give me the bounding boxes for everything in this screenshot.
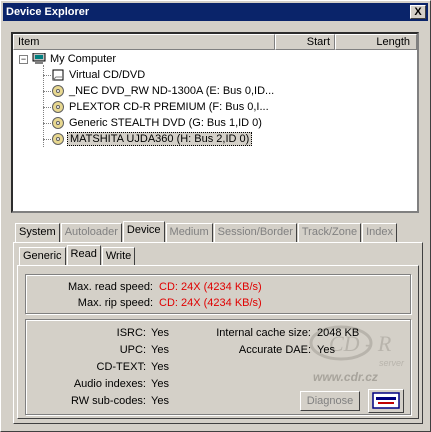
tree-node-label: _NEC DVD_RW ND-1300A (E: Bus 0,ID... — [69, 85, 275, 97]
tree-line — [43, 65, 44, 147]
optical-drive-icon — [51, 101, 65, 114]
watermark-url: www.cdr.cz — [313, 370, 378, 384]
tab-device[interactable]: Device — [122, 221, 165, 242]
tab-read[interactable]: Read — [66, 245, 101, 266]
tree-node-device[interactable]: Virtual CD/DVD — [51, 67, 147, 83]
tree-node-device[interactable]: PLEXTOR CD-R PREMIUM (F: Bus 0,I... — [51, 99, 271, 115]
collapse-toggle[interactable]: − — [19, 55, 28, 64]
watermark-sub: server — [379, 358, 405, 368]
tab-autoloader[interactable]: Autoloader — [60, 223, 122, 242]
column-header: Item Start Length — [13, 34, 417, 50]
column-length[interactable]: Length — [335, 34, 417, 50]
tab-session-border[interactable]: Session/Border — [213, 223, 297, 242]
window-title: Device Explorer — [6, 6, 90, 18]
drive-logo-icon — [372, 392, 400, 409]
drive-info-button[interactable] — [368, 389, 404, 413]
optical-drive-icon — [51, 133, 65, 146]
tree-node-label: Generic STEALTH DVD (G: Bus 1,ID 0) — [69, 117, 262, 129]
computer-icon — [32, 52, 46, 65]
tree-node-device[interactable]: _NEC DVD_RW ND-1300A (E: Bus 0,ID... — [51, 83, 276, 99]
title-bar: Device Explorer X — [3, 3, 428, 21]
cd-text-value: Yes — [151, 361, 169, 373]
tree-node-label: Virtual CD/DVD — [69, 69, 146, 81]
device-explorer-window: Device Explorer X Item Start Length − My… — [0, 0, 431, 432]
close-icon: X — [414, 6, 422, 18]
tab-medium[interactable]: Medium — [165, 223, 213, 242]
cache-size-value: 2048 KB — [317, 327, 360, 339]
isrc-label: ISRC: — [116, 327, 146, 339]
tab-track-zone[interactable]: Track/Zone — [297, 223, 362, 242]
optical-drive-icon — [51, 117, 65, 130]
tab-write[interactable]: Write — [101, 247, 136, 266]
column-start[interactable]: Start — [275, 34, 335, 50]
device-tree-view[interactable]: Item Start Length − My Computer Virtual … — [11, 32, 419, 213]
tree-line — [43, 75, 51, 76]
tab-generic[interactable]: Generic — [19, 247, 66, 266]
max-read-speed-value: CD: 24X (4234 KB/s) — [159, 281, 262, 293]
tree-line — [43, 139, 51, 140]
tree-node-label: My Computer — [50, 53, 117, 65]
device-subtabs: Generic Read Write — [19, 245, 136, 267]
tree-node-device-selected[interactable]: MATSHITA UJDA360 (H: Bus 2,ID 0) — [51, 131, 253, 147]
tree-line — [43, 123, 51, 124]
audio-indexes-value: Yes — [151, 378, 169, 390]
rw-subcodes-label: RW sub-codes: — [71, 395, 146, 407]
close-button[interactable]: X — [410, 5, 426, 19]
cd-text-label: CD-TEXT: — [96, 361, 147, 373]
max-rip-speed-label: Max. rip speed: — [77, 297, 153, 309]
accurate-dae-value: Yes — [317, 344, 335, 356]
tree-node-label: PLEXTOR CD-R PREMIUM (F: Bus 0,I... — [69, 101, 269, 113]
tree-node-label: MATSHITA UJDA360 (H: Bus 2,ID 0) — [67, 132, 253, 146]
tree-node-my-computer[interactable]: My Computer — [32, 51, 118, 67]
cache-size-label: Internal cache size: — [216, 327, 311, 339]
main-tabs: System Autoloader Device Medium Session/… — [15, 221, 398, 243]
isrc-value: Yes — [151, 327, 169, 339]
accurate-dae-label: Accurate DAE: — [238, 344, 311, 356]
tree-line — [43, 107, 51, 108]
max-rip-speed-value: CD: 24X (4234 KB/s) — [159, 297, 262, 309]
diagnose-button[interactable]: Diagnose — [300, 391, 360, 411]
tab-index[interactable]: Index — [362, 223, 398, 242]
max-read-speed-label: Max. read speed: — [68, 281, 153, 293]
tree-node-device[interactable]: Generic STEALTH DVD (G: Bus 1,ID 0) — [51, 115, 264, 131]
column-item[interactable]: Item — [13, 34, 275, 50]
audio-indexes-label: Audio indexes: — [73, 378, 146, 390]
tree-line — [43, 91, 51, 92]
tab-system[interactable]: System — [15, 223, 60, 242]
optical-drive-icon — [51, 85, 65, 98]
rw-subcodes-value: Yes — [151, 395, 169, 407]
upc-label: UPC: — [119, 344, 146, 356]
virtual-drive-icon — [51, 69, 65, 81]
upc-value: Yes — [151, 344, 169, 356]
